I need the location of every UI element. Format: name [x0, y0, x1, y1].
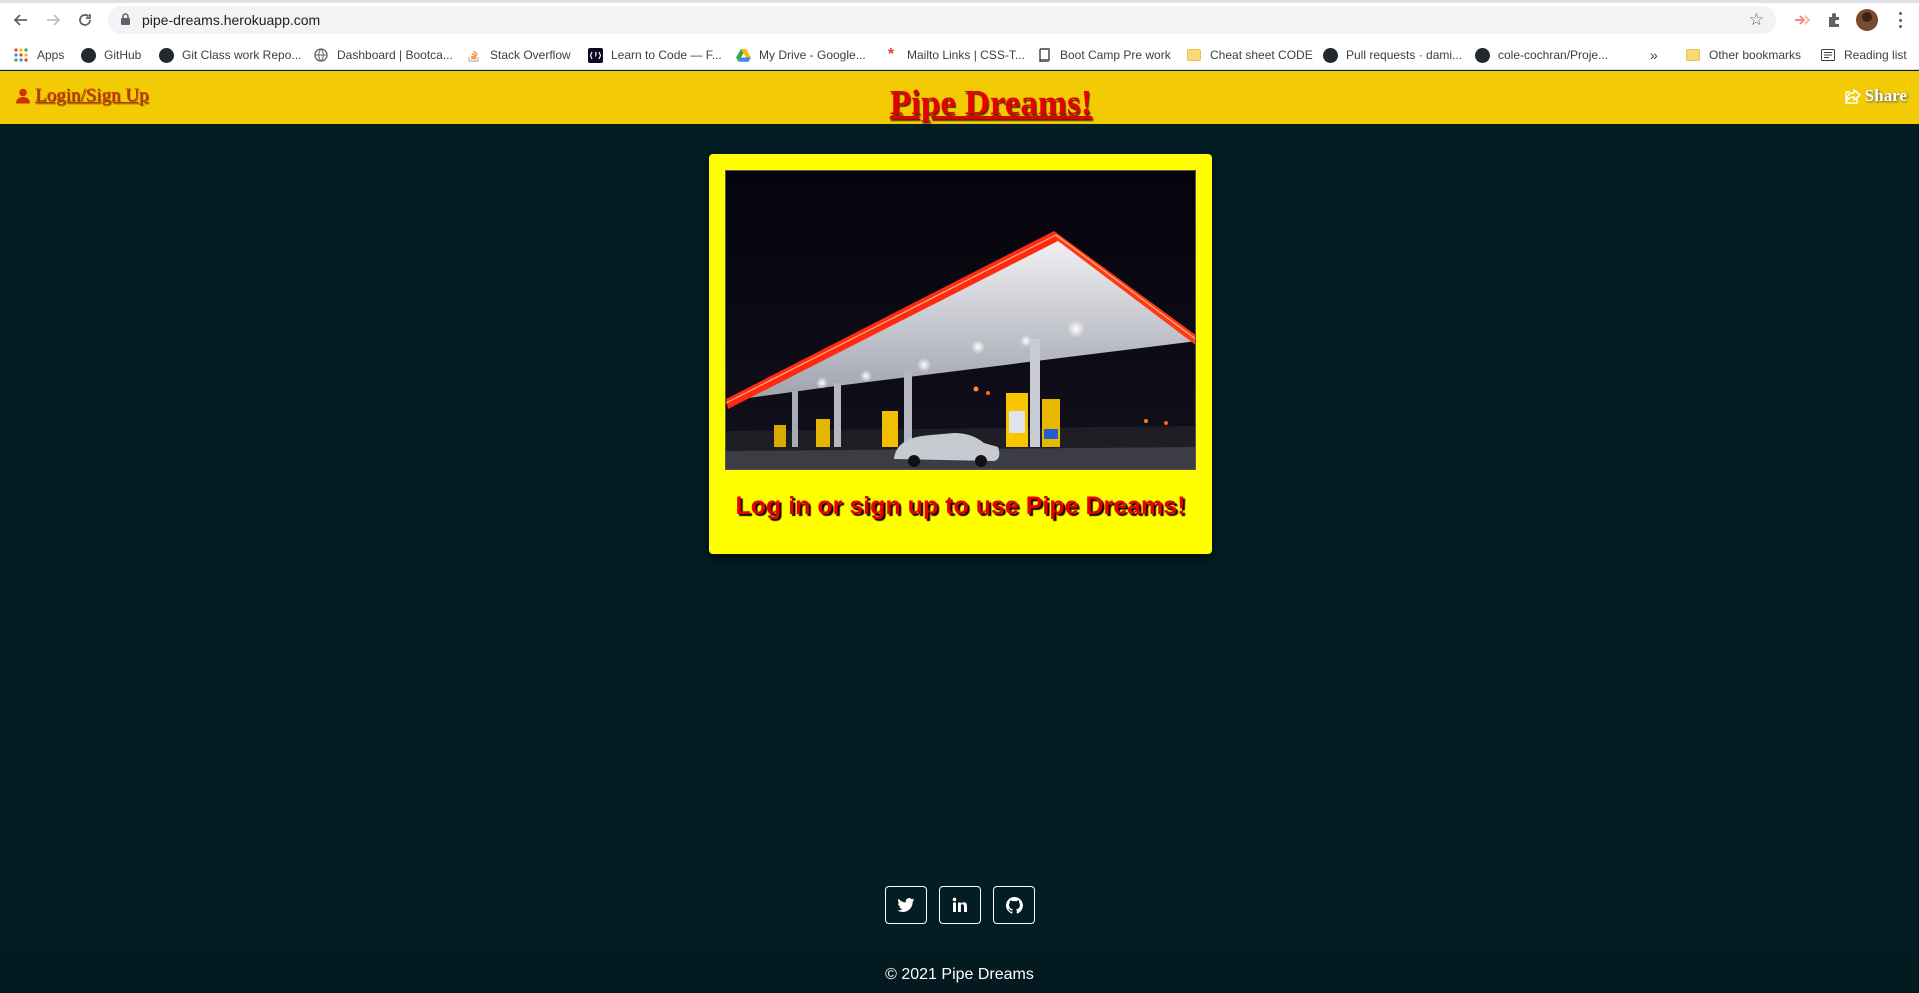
browser-menu-icon[interactable] — [1892, 9, 1908, 31]
site-header: Login/Sign Up Pipe Dreams! Share — [0, 71, 1919, 124]
share-label: Share — [1864, 86, 1907, 105]
url-text: pipe-dreams.herokuapp.com — [142, 12, 321, 28]
reading-list-label: Reading list — [1844, 48, 1907, 62]
login-prompt-message: Log in or sign up to use Pipe Dreams! — [735, 492, 1186, 520]
twitter-link[interactable] — [885, 886, 927, 924]
site-title[interactable]: Pipe Dreams! — [0, 83, 1919, 123]
forward-button[interactable] — [41, 8, 65, 32]
stackoverflow-icon — [466, 47, 482, 63]
site-footer: © 2021 Pipe Dreams — [0, 950, 1919, 993]
browser-toolbar: pipe-dreams.herokuapp.com ☆ — [0, 0, 1919, 40]
bookmark-pull-requests[interactable]: Pull requests · dami... — [1322, 45, 1462, 65]
gas-station-photo — [725, 170, 1196, 470]
back-button[interactable] — [9, 8, 33, 32]
bookmark-boot-camp-pre-work[interactable]: Boot Camp Pre work — [1036, 45, 1171, 65]
github-icon — [1322, 47, 1338, 63]
bookmark-github[interactable]: GitHub — [80, 45, 141, 65]
share-icon — [1845, 88, 1861, 104]
twitter-icon — [897, 897, 915, 912]
bookmarks-bar: Apps GitHub Git Class work Repo... Dashb… — [0, 40, 1919, 70]
globe-icon — [313, 47, 329, 63]
bookmark-mailto-links[interactable]: * Mailto Links | CSS-T... — [883, 45, 1025, 65]
folder-icon — [1186, 47, 1202, 63]
bookmark-apps[interactable]: Apps — [13, 45, 64, 65]
share-link[interactable]: Share — [1845, 86, 1907, 106]
tab-strip — [0, 0, 1919, 3]
linkedin-link[interactable] — [939, 886, 981, 924]
bookmark-label: Apps — [37, 48, 65, 62]
bookmark-label: cole-cochran/Proje... — [1498, 48, 1609, 62]
bookmark-cole-cochran[interactable]: cole-cochran/Proje... — [1474, 45, 1608, 65]
bookmark-learn-to-code[interactable]: Learn to Code — F... — [587, 45, 722, 65]
reload-icon — [79, 14, 91, 26]
profile-avatar[interactable] — [1856, 9, 1878, 31]
bookmark-label: Stack Overflow — [490, 48, 571, 62]
bookmark-dashboard[interactable]: Dashboard | Bootca... — [313, 45, 453, 65]
lock-icon — [121, 13, 130, 25]
folder-icon — [1685, 47, 1701, 63]
book-icon — [1036, 47, 1052, 63]
bookmark-label: Pull requests · dami... — [1346, 48, 1463, 62]
github-link[interactable] — [993, 886, 1035, 924]
bookmarks-overflow-chevron-icon[interactable]: » — [1650, 45, 1658, 65]
github-icon — [1474, 47, 1490, 63]
bookmark-label: GitHub — [104, 48, 142, 62]
reading-list-icon — [1820, 47, 1836, 63]
freecodecamp-icon — [587, 47, 603, 63]
linkedin-icon — [952, 897, 967, 912]
github-icon — [1005, 896, 1023, 914]
bookmark-label: Other bookmarks — [1709, 48, 1802, 62]
bookmark-label: Cheat sheet CODE — [1210, 48, 1313, 62]
css-tricks-icon: * — [887, 46, 895, 63]
bookmark-label: Mailto Links | CSS-T... — [907, 48, 1025, 62]
bookmark-label: Boot Camp Pre work — [1060, 48, 1171, 62]
bookmark-cheat-sheet-code[interactable]: Cheat sheet CODE — [1186, 45, 1313, 65]
address-bar[interactable]: pipe-dreams.herokuapp.com ☆ — [108, 6, 1776, 34]
copyright-text: © 2021 Pipe Dreams — [885, 966, 1034, 983]
login-prompt-card: Log in or sign up to use Pipe Dreams! — [709, 154, 1212, 554]
bookmark-stack-overflow[interactable]: Stack Overflow — [466, 45, 571, 65]
github-icon — [158, 47, 174, 63]
arrow-left-icon — [13, 14, 27, 26]
extensions-puzzle-icon[interactable] — [1822, 8, 1846, 32]
reading-list-button[interactable]: Reading list — [1820, 45, 1907, 65]
bookmark-my-drive[interactable]: My Drive - Google... — [735, 45, 866, 65]
bookmark-other-bookmarks[interactable]: Other bookmarks — [1685, 45, 1801, 65]
apps-grid-icon — [13, 47, 29, 63]
extension-cast-icon[interactable] — [1790, 8, 1814, 32]
bookmark-git-class-work[interactable]: Git Class work Repo... — [158, 45, 301, 65]
bookmark-label: My Drive - Google... — [759, 48, 866, 62]
github-icon — [80, 47, 96, 63]
google-drive-icon — [735, 47, 751, 63]
arrow-right-icon — [47, 14, 61, 26]
bookmark-label: Git Class work Repo... — [182, 48, 302, 62]
bookmark-star-icon[interactable]: ☆ — [1749, 10, 1764, 30]
bookmark-label: Dashboard | Bootca... — [337, 48, 453, 62]
bookmark-label: Learn to Code — F... — [611, 48, 722, 62]
reload-button[interactable] — [73, 8, 97, 32]
